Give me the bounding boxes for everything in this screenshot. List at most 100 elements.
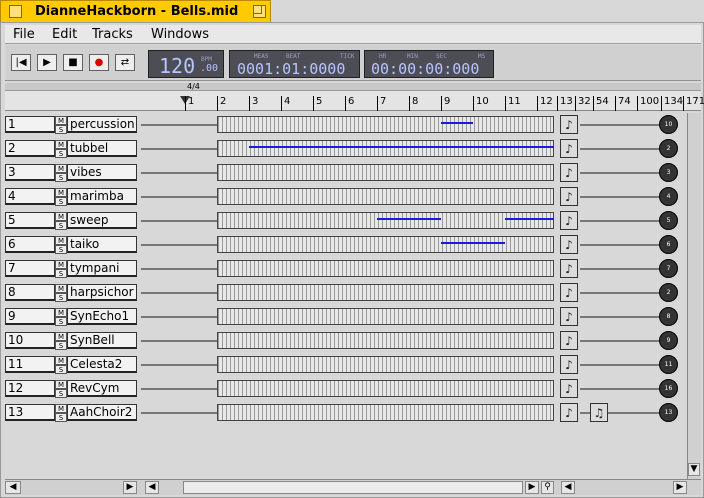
track-lane[interactable] — [217, 308, 554, 325]
mute-button[interactable]: M — [55, 236, 67, 245]
solo-button[interactable]: S — [55, 197, 67, 206]
track-number[interactable]: 7 — [5, 260, 55, 277]
solo-button[interactable]: S — [55, 365, 67, 374]
track-name[interactable]: Celesta2 — [67, 356, 137, 373]
instrument-icon[interactable]: ♪ — [560, 211, 578, 230]
rewind-button[interactable]: |◀ — [11, 54, 31, 71]
track-lane[interactable] — [217, 284, 554, 301]
instrument-icon[interactable]: ♪ — [560, 307, 578, 326]
channel-knob-icon[interactable]: 5 — [659, 211, 678, 230]
track-row[interactable]: 12 M S RevCym ♪ 16 — [5, 377, 701, 401]
track-name[interactable]: harpsichor — [67, 284, 137, 301]
meter-scroll-right-button[interactable]: ▶ — [673, 481, 687, 494]
channel-knob-icon[interactable]: 2 — [659, 283, 678, 302]
mute-button[interactable]: M — [55, 308, 67, 317]
mute-button[interactable]: M — [55, 380, 67, 389]
track-name[interactable]: tubbel — [67, 140, 137, 157]
track-lane[interactable] — [217, 332, 554, 349]
mute-button[interactable]: M — [55, 404, 67, 413]
channel-knob-icon[interactable]: 13 — [659, 403, 678, 422]
loop-button[interactable]: ⇄ — [115, 54, 135, 71]
stop-button[interactable]: ■ — [63, 54, 83, 71]
mute-button[interactable]: M — [55, 188, 67, 197]
horizontal-scrollbar[interactable]: ◀ ▶ ◀ ▶ ⚲ ◀ ▶ — [5, 479, 701, 495]
menu-windows[interactable]: Windows — [151, 27, 209, 42]
track-number[interactable]: 5 — [5, 212, 55, 229]
channel-knob-icon[interactable]: 8 — [659, 307, 678, 326]
track-lane[interactable] — [217, 140, 554, 157]
close-icon[interactable] — [9, 5, 22, 18]
note-segment[interactable] — [441, 242, 505, 244]
lane-scroll-right-button[interactable]: ▶ — [525, 481, 539, 494]
solo-button[interactable]: S — [55, 221, 67, 230]
solo-button[interactable]: S — [55, 341, 67, 350]
instrument-icon[interactable]: ♪ — [560, 115, 578, 134]
meter-scroll-left-button[interactable]: ◀ — [561, 481, 575, 494]
channel-knob-icon[interactable]: 16 — [659, 379, 678, 398]
track-row[interactable]: 1 M S percussion ♪ 10 — [5, 113, 701, 137]
track-row[interactable]: 9 M S SynEcho1 ♪ 8 — [5, 305, 701, 329]
play-button[interactable]: ▶ — [37, 54, 57, 71]
lane-scroll-thumb[interactable] — [183, 481, 523, 494]
solo-button[interactable]: S — [55, 173, 67, 182]
extra-instrument-icon[interactable]: ♫ — [590, 403, 608, 422]
channel-knob-icon[interactable]: 7 — [659, 259, 678, 278]
track-lane[interactable] — [217, 356, 554, 373]
track-lane[interactable] — [217, 116, 554, 133]
note-segment[interactable] — [249, 146, 554, 148]
instrument-icon[interactable]: ♪ — [560, 139, 578, 158]
scroll-down-button[interactable]: ▼ — [688, 463, 700, 476]
track-lane[interactable] — [217, 212, 554, 229]
instrument-icon[interactable]: ♪ — [560, 259, 578, 278]
track-lane[interactable] — [217, 164, 554, 181]
solo-button[interactable]: S — [55, 317, 67, 326]
mute-button[interactable]: M — [55, 116, 67, 125]
lane-scroll-left-button[interactable]: ◀ — [145, 481, 159, 494]
track-row[interactable]: 8 M S harpsichor ♪ 2 — [5, 281, 701, 305]
instrument-icon[interactable]: ♪ — [560, 283, 578, 302]
solo-button[interactable]: S — [55, 413, 67, 422]
note-segment[interactable] — [377, 218, 441, 220]
track-name[interactable]: SynEcho1 — [67, 308, 137, 325]
track-row[interactable]: 7 M S tympani ♪ 7 — [5, 257, 701, 281]
track-lane[interactable] — [217, 260, 554, 277]
track-name[interactable]: SynBell — [67, 332, 137, 349]
timeline-ruler[interactable]: 4/4 1 2 3 4 5 6 7 8 9 10 11 12 13 32 54 74 100 134 171 — [5, 82, 704, 111]
channel-knob-icon[interactable]: 6 — [659, 235, 678, 254]
track-number[interactable]: 11 — [5, 356, 55, 373]
track-row[interactable]: 10 M S SynBell ♪ 9 — [5, 329, 701, 353]
mute-button[interactable]: M — [55, 164, 67, 173]
track-name[interactable]: vibes — [67, 164, 137, 181]
track-number[interactable]: 6 — [5, 236, 55, 253]
solo-button[interactable]: S — [55, 389, 67, 398]
track-number[interactable]: 2 — [5, 140, 55, 157]
channel-knob-icon[interactable]: 4 — [659, 187, 678, 206]
zoom-magnifier-icon[interactable]: ⚲ — [541, 481, 554, 494]
mute-button[interactable]: M — [55, 356, 67, 365]
channel-knob-icon[interactable]: 3 — [659, 163, 678, 182]
zoom-icon[interactable] — [253, 5, 266, 18]
track-number[interactable]: 4 — [5, 188, 55, 205]
track-number[interactable]: 1 — [5, 116, 55, 133]
channel-knob-icon[interactable]: 11 — [659, 355, 678, 374]
track-row[interactable]: 11 M S Celesta2 ♪ 11 — [5, 353, 701, 377]
track-name[interactable]: RevCym — [67, 380, 137, 397]
scroll-right-button[interactable]: ▶ — [123, 481, 137, 494]
solo-button[interactable]: S — [55, 149, 67, 158]
track-row[interactable]: 5 M S sweep ♪ 5 — [5, 209, 701, 233]
track-name[interactable]: marimba — [67, 188, 137, 205]
instrument-icon[interactable]: ♪ — [560, 355, 578, 374]
instrument-icon[interactable]: ♪ — [560, 331, 578, 350]
note-segment[interactable] — [441, 122, 473, 124]
menu-tracks[interactable]: Tracks — [92, 27, 133, 42]
track-number[interactable]: 13 — [5, 404, 55, 421]
note-segment[interactable] — [505, 218, 554, 220]
track-row[interactable]: 13 M S AahChoir2 ♪ 13 ♫ — [5, 401, 701, 425]
track-number[interactable]: 10 — [5, 332, 55, 349]
menu-file[interactable]: File — [13, 27, 35, 42]
mute-button[interactable]: M — [55, 332, 67, 341]
channel-knob-icon[interactable]: 9 — [659, 331, 678, 350]
track-name[interactable]: tympani — [67, 260, 137, 277]
track-name[interactable]: percussion — [67, 116, 137, 133]
track-lane[interactable] — [217, 404, 554, 421]
